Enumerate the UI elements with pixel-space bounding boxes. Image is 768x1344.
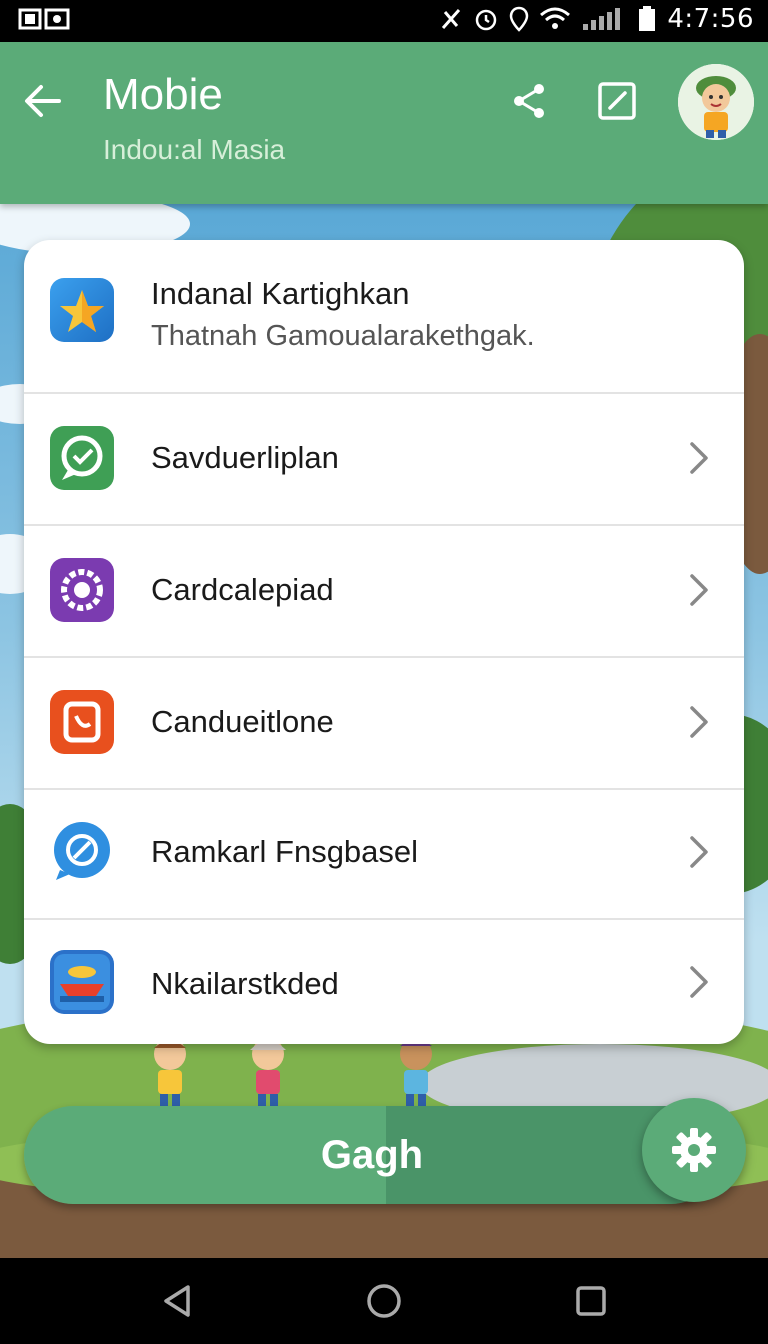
menu-card: Indanal Kartighkan Thatnah Gamoualaraket… [24,240,744,1044]
list-header-title: Indanal Kartighkan [151,276,410,311]
chevron-right-icon [690,442,708,474]
list-item[interactable]: Candueitlone [24,658,744,790]
list-item[interactable]: Cardcalepiad [24,526,744,658]
compass-bubble-icon [50,820,114,884]
gear-ring-icon [50,558,114,622]
edit-icon [598,82,636,120]
status-time: 4:7:56 [667,4,754,34]
location-icon [510,6,529,32]
chevron-right-icon [690,706,708,738]
settings-fab[interactable] [642,1098,746,1202]
list-item-label: Cardcalepiad [151,572,334,607]
battery-icon [639,6,656,31]
gear-icon [672,1128,716,1172]
status-bar: 4:7:56 [0,0,768,42]
list-item-label: Ramkarl Fnsgbasel [151,834,419,869]
square-recents-icon [576,1286,606,1316]
list-header-subtitle: Thatnah Gamoualaraketh­gak. [151,320,535,352]
alarm-icon [476,9,497,31]
share-icon [514,84,544,118]
status-left-icons [18,6,74,34]
signal-icon [583,8,621,30]
phone-card-icon [50,690,114,754]
list-item[interactable]: Nkailarstkded [24,920,744,1044]
primary-action-label: Gagh [320,1132,424,1177]
nav-back-button[interactable] [157,1280,199,1322]
screenshot-icon [18,8,70,30]
star-app-icon [50,278,114,342]
chevron-right-icon [690,966,708,998]
list-header[interactable]: Indanal Kartighkan Thatnah Gamoualaraket… [24,240,744,394]
list-item-label: Nkailarstkded [151,966,339,1001]
triangle-back-icon [164,1285,190,1317]
boat-icon [50,950,114,1014]
nav-recents-button[interactable] [570,1280,612,1322]
primary-action-button[interactable]: Gagh [24,1106,720,1204]
mute-icon [442,9,461,29]
chat-bubble-icon [50,426,114,490]
avatar[interactable] [678,64,754,140]
list-item-label: Candueitlone [151,704,334,739]
nav-home-button[interactable] [363,1280,405,1322]
edit-button[interactable] [594,78,640,124]
wifi-icon [540,7,571,29]
back-button[interactable] [20,78,66,124]
list-item[interactable]: Ramkarl Fnsgbasel [24,790,744,920]
list-item-label: Savduerliplan [151,440,339,475]
chevron-right-icon [690,574,708,606]
app-bar: Mobie Indou:al Masia [0,42,768,204]
chevron-right-icon [690,836,708,868]
list-item[interactable]: Savduerliplan [24,394,744,526]
circle-home-icon [367,1284,401,1318]
navigation-bar [0,1258,768,1344]
status-right-icons: 4:7:56 [439,4,754,34]
page-subtitle: Indou:al Masia [103,134,286,165]
share-button[interactable] [506,78,552,124]
page-title: Mobie [103,70,223,119]
arrow-left-icon [25,85,61,117]
user-avatar-icon [678,64,754,140]
